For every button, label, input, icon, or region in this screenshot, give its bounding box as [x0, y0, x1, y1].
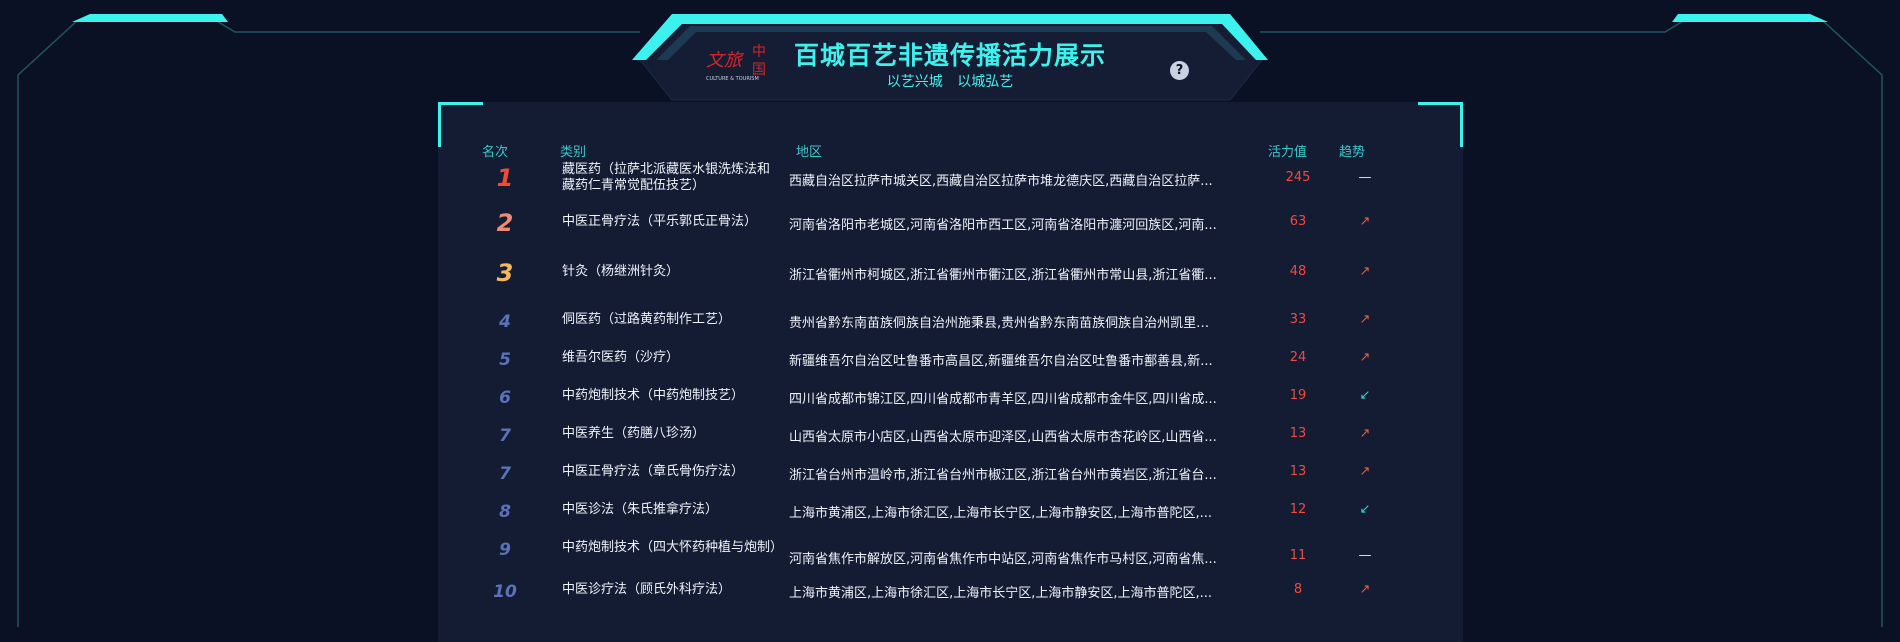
rank-number: 3: [496, 259, 514, 287]
rank-badge: 2: [480, 209, 530, 237]
category-name: 针灸（杨继洲针灸）: [562, 264, 680, 279]
region-list: 河南省焦作市解放区,河南省焦作市中站区,河南省焦作市马村区,河南省焦...: [789, 552, 1217, 567]
rank-number: 10: [493, 582, 517, 602]
trend-down-icon: ↙: [1359, 502, 1371, 517]
rank-badge: 7: [480, 464, 530, 484]
trend-up-icon: ↗: [1359, 582, 1371, 597]
category-name: 中医正骨疗法（平乐郭氏正骨法）: [562, 214, 758, 229]
category-name: 中医正骨疗法（章氏骨伤疗法）: [562, 464, 745, 479]
rank-number: 8: [499, 502, 511, 522]
trend-up-icon: ↗: [1359, 312, 1371, 327]
rank-badge: 9: [480, 540, 530, 560]
region-list: 上海市黄浦区,上海市徐汇区,上海市长宁区,上海市静安区,上海市普陀区,...: [789, 506, 1213, 521]
rank-badge: 8: [480, 502, 530, 522]
vitality-score: 12: [1289, 502, 1307, 517]
rank-badge: 4: [480, 312, 530, 332]
vitality-score: 245: [1285, 170, 1311, 185]
table-header: 名次 类别 地区 活力值 趋势: [438, 141, 1463, 160]
region-list: 浙江省台州市温岭市,浙江省台州市椒江区,浙江省台州市黄岩区,浙江省台...: [789, 468, 1217, 483]
category-name: 维吾尔医药（沙疗）: [562, 350, 680, 365]
trend-flat-icon: —: [1358, 548, 1372, 563]
region-list: 西藏自治区拉萨市城关区,西藏自治区拉萨市堆龙德庆区,西藏自治区拉萨...: [789, 174, 1213, 189]
trend-up-icon: ↗: [1359, 264, 1371, 279]
region-list: 河南省洛阳市老城区,河南省洛阳市西工区,河南省洛阳市瀍河回族区,河南...: [789, 218, 1217, 233]
rank-badge: 6: [480, 388, 530, 408]
rank-number: 5: [499, 350, 511, 370]
region-list: 山西省太原市小店区,山西省太原市迎泽区,山西省太原市杏花岭区,山西省...: [789, 430, 1217, 445]
rank-number: 2: [496, 209, 514, 237]
column-header-region: 地区: [796, 145, 823, 160]
trend-up-icon: ↗: [1359, 214, 1371, 229]
vitality-score: 63: [1289, 214, 1307, 229]
rank-badge: 3: [480, 259, 530, 287]
column-header-trend: 趋势: [1339, 145, 1366, 160]
category-name: 中药炮制技术（四大怀药种植与炮制）: [562, 540, 784, 555]
trend-up-icon: ↗: [1359, 350, 1371, 365]
trend-flat-icon: —: [1358, 170, 1372, 185]
trend-up-icon: ↗: [1359, 464, 1371, 479]
rank-number: 7: [499, 426, 511, 446]
region-list: 贵州省黔东南苗族侗族自治州施秉县,贵州省黔东南苗族侗族自治州凯里市...: [789, 316, 1219, 331]
rank-number: 6: [499, 388, 511, 408]
column-header-category: 类别: [560, 145, 587, 160]
rank-badge: 10: [480, 582, 530, 602]
category-name: 中医养生（药膳八珍汤）: [562, 426, 706, 441]
region-list: 四川省成都市锦江区,四川省成都市青羊区,四川省成都市金牛区,四川省成...: [789, 392, 1217, 407]
vitality-score: 33: [1289, 312, 1307, 327]
vitality-score: 8: [1293, 582, 1303, 597]
category-name: 中医诊疗法（顾氏外科疗法）: [562, 582, 732, 597]
rank-number: 9: [499, 540, 511, 560]
vitality-score: 11: [1289, 548, 1307, 563]
category-name: 侗医药（过路黄药制作工艺）: [562, 312, 732, 327]
rank-badge: 7: [480, 426, 530, 446]
region-list: 上海市黄浦区,上海市徐汇区,上海市长宁区,上海市静安区,上海市普陀区,...: [789, 586, 1213, 601]
trend-up-icon: ↗: [1359, 426, 1371, 441]
rank-number: 4: [499, 312, 511, 332]
help-icon[interactable]: ?: [1170, 61, 1189, 80]
category-name: 中药炮制技术（中药炮制技艺）: [562, 388, 745, 403]
column-header-score: 活力值: [1268, 145, 1308, 160]
ranking-panel: 名次 类别 地区 活力值 趋势 1 藏医药（拉萨北派藏医水银洗炼法和藏药仁青常觉配…: [438, 102, 1463, 642]
rank-badge: 5: [480, 350, 530, 370]
vitality-score: 13: [1289, 464, 1307, 479]
category-name: 藏医药（拉萨北派藏医水银洗炼法和藏药仁青常觉配伍技艺）: [562, 162, 771, 193]
page-subtitle: 以艺兴城 以城弘艺: [886, 74, 1014, 90]
trend-down-icon: ↙: [1359, 388, 1371, 403]
column-header-rank: 名次: [482, 145, 509, 160]
header: 文旅 中 国 CULTURE & TOURISM 百城百艺非遗传播活力展示 以艺…: [640, 14, 1260, 102]
region-list: 浙江省衢州市柯城区,浙江省衢州市衢江区,浙江省衢州市常山县,浙江省衢...: [789, 268, 1217, 283]
rank-number: 7: [499, 464, 511, 484]
vitality-score: 24: [1289, 350, 1307, 365]
rank-badge: 1: [480, 164, 530, 192]
region-list: 新疆维吾尔自治区吐鲁番市高昌区,新疆维吾尔自治区吐鲁番市鄯善县,新...: [789, 354, 1213, 369]
vitality-score: 13: [1289, 426, 1307, 441]
vitality-score: 19: [1289, 388, 1307, 403]
rank-number: 1: [496, 164, 514, 192]
page-title: 百城百艺非遗传播活力展示: [793, 41, 1106, 70]
category-name: 中医诊法（朱氏推拿疗法）: [562, 502, 719, 517]
vitality-score: 48: [1289, 264, 1307, 279]
